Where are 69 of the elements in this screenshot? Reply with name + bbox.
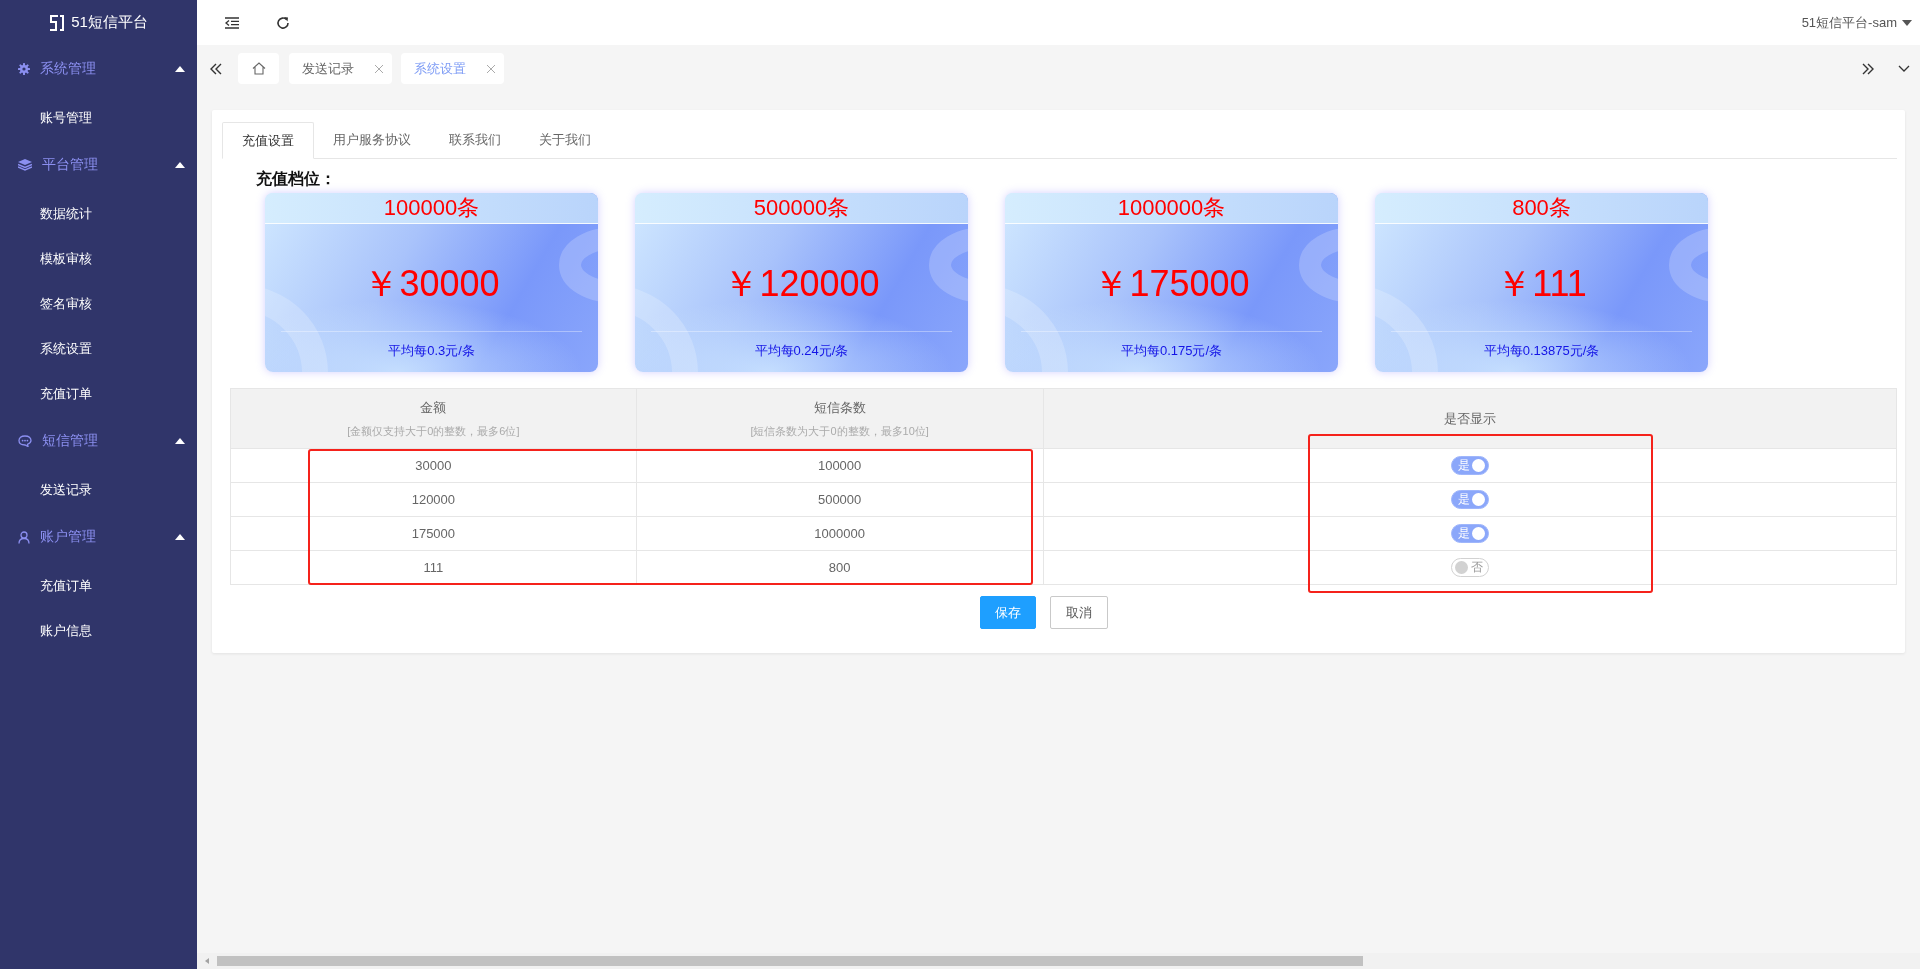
gear-icon [18,63,30,75]
column-title: 是否显示 [1443,409,1496,428]
logo-text: 51短信平台 [71,13,148,32]
table-cell: 100000 [636,449,1044,483]
switch-knob [1471,493,1485,506]
column-title: 金额 [420,398,447,417]
menu-item[interactable]: 账号管理 [0,95,197,140]
double-chevron-right-icon[interactable] [1862,62,1874,75]
home-tab[interactable] [238,53,279,84]
settings-tab[interactable]: 关于我们 [520,122,610,159]
page-tab[interactable]: 发送记录 [289,53,392,84]
layers-icon [18,159,32,171]
close-icon[interactable] [487,64,495,73]
column-title: 短信条数 [813,398,866,417]
menu-group[interactable]: 平台管理 [0,141,197,189]
logo-icon [49,13,66,32]
menu-item[interactable]: 账户信息 [0,608,197,653]
table-cell: 111 [231,551,637,585]
table-cell: 30000 [231,449,637,483]
chevron-down-icon[interactable] [1898,65,1910,72]
cancel-button[interactable]: 取消 [1049,596,1108,629]
table-cell: 175000 [231,517,637,551]
close-icon[interactable] [375,64,383,73]
menu-item[interactable]: 充值订单 [0,371,197,416]
settings-tab[interactable]: 充值设置 [222,122,314,159]
menu-item[interactable]: 签名审核 [0,281,197,326]
scrollbar-thumb[interactable] [217,956,1363,966]
table-cell: 500000 [636,483,1044,517]
table-cell: 800 [636,551,1044,585]
caret-down-icon [1902,19,1912,26]
menu-item[interactable]: 系统设置 [0,326,197,371]
sms-count: 100000条 [383,194,480,222]
menu-group[interactable]: 短信管理 [0,417,197,465]
user-menu[interactable]: 51短信平台-sam [1801,13,1912,32]
section-title: 充值档位： [256,169,337,189]
sms-count: 800条 [1512,194,1571,222]
price: ￥175000 [1093,264,1250,304]
average-price: 平均每0.3元/条 [388,342,475,360]
person-icon [18,530,30,544]
price: ￥111 [1496,264,1587,304]
double-chevron-left-icon[interactable] [210,62,222,75]
column-hint: [金额仅支持大于0的整数，最多6位] [347,423,520,439]
menu-item[interactable]: 充值订单 [0,563,197,608]
table-cell: 120000 [231,483,637,517]
menu-item[interactable]: 模板审核 [0,236,197,281]
sms-count: 1000000条 [1117,194,1226,222]
average-price: 平均每0.24元/条 [754,342,849,360]
average-price: 平均每0.175元/条 [1120,342,1223,360]
price: ￥30000 [363,264,500,304]
horizontal-scrollbar[interactable] [197,953,1920,969]
switch-knob [1471,527,1485,540]
menu-group[interactable]: 系统管理 [0,45,197,93]
indent-icon[interactable] [225,16,239,29]
refresh-icon[interactable] [276,15,290,30]
home-icon [251,62,266,75]
menu-group[interactable]: 账户管理 [0,513,197,561]
menu-item[interactable]: 数据统计 [0,191,197,236]
switch-knob [1471,459,1485,472]
sms-count: 500000条 [753,194,850,222]
table-cell: 1000000 [636,517,1044,551]
chat-bubble-icon [18,435,32,447]
menu-item[interactable]: 发送记录 [0,467,197,512]
switch-knob [1454,561,1468,574]
settings-tab[interactable]: 用户服务协议 [314,122,430,159]
average-price: 平均每0.13875元/条 [1483,342,1600,360]
price: ￥120000 [723,264,880,304]
settings-tab[interactable]: 联系我们 [430,122,520,159]
scroll-left-arrow-icon[interactable] [205,958,209,964]
column-hint: [短信条数为大于0的整数，最多10位] [750,423,929,439]
